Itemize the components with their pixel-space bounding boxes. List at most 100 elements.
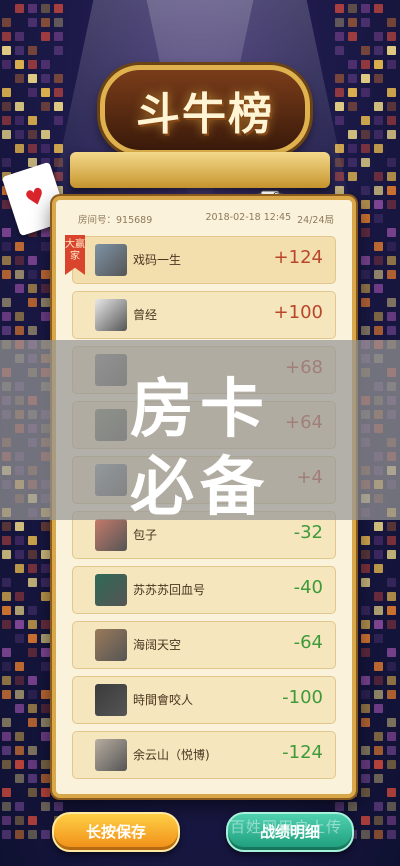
light-tile — [374, 312, 383, 321]
light-tile — [41, 592, 50, 601]
light-tile — [2, 326, 11, 335]
light-tile — [374, 620, 383, 629]
light-tile — [387, 60, 396, 69]
light-tile — [15, 606, 24, 615]
light-tile — [361, 606, 370, 615]
light-tile — [54, 32, 63, 41]
light-tile — [374, 214, 383, 223]
light-tile — [28, 606, 37, 615]
light-tile — [28, 704, 37, 713]
light-tile — [361, 256, 370, 265]
light-tile — [28, 536, 37, 545]
light-tile — [54, 88, 63, 97]
light-tile — [41, 242, 50, 251]
light-tile — [374, 130, 383, 139]
game-datetime: 2018-02-18 12:45 — [205, 212, 292, 223]
light-tile — [15, 690, 24, 699]
light-tile — [2, 592, 11, 601]
light-tile — [387, 620, 396, 629]
light-tile — [41, 32, 50, 41]
light-tile — [15, 704, 24, 713]
light-tile — [361, 88, 370, 97]
light-tile — [28, 116, 37, 125]
light-tile — [335, 4, 344, 13]
light-tile — [335, 88, 344, 97]
light-tile — [54, 46, 63, 55]
light-tile — [387, 130, 396, 139]
light-tile — [374, 284, 383, 293]
light-tile — [15, 564, 24, 573]
light-tile — [28, 60, 37, 69]
light-tile — [374, 550, 383, 559]
light-tile — [15, 634, 24, 643]
light-tile — [28, 816, 37, 825]
light-tile — [15, 746, 24, 755]
light-tile — [374, 172, 383, 181]
light-tile — [374, 242, 383, 251]
light-tile — [54, 74, 63, 83]
light-tile — [374, 4, 383, 13]
light-tile — [361, 760, 370, 769]
light-tile — [387, 550, 396, 559]
light-tile — [387, 158, 396, 167]
light-tile — [348, 32, 357, 41]
light-tile — [41, 830, 50, 839]
light-tile — [15, 116, 24, 125]
player-score: +124 — [273, 247, 323, 268]
light-tile — [361, 536, 370, 545]
light-tile — [374, 746, 383, 755]
light-tile — [54, 18, 63, 27]
light-tile — [387, 788, 396, 797]
light-tile — [41, 564, 50, 573]
light-tile — [2, 648, 11, 657]
light-tile — [374, 676, 383, 685]
light-tile — [2, 676, 11, 685]
light-tile — [335, 116, 344, 125]
player-avatar — [95, 629, 127, 661]
light-tile — [361, 676, 370, 685]
light-tile — [41, 760, 50, 769]
light-tile — [387, 186, 396, 195]
light-tile — [28, 774, 37, 783]
light-tile — [28, 788, 37, 797]
light-tile — [41, 60, 50, 69]
light-tile — [41, 270, 50, 279]
light-tile — [348, 60, 357, 69]
light-tile — [335, 32, 344, 41]
light-tile — [28, 578, 37, 587]
light-tile — [387, 816, 396, 825]
light-tile — [15, 256, 24, 265]
light-tile — [361, 298, 370, 307]
light-tile — [15, 46, 24, 55]
light-tile — [374, 536, 383, 545]
light-tile — [374, 200, 383, 209]
light-tile — [387, 256, 396, 265]
save-button[interactable]: 长按保存 — [52, 812, 180, 852]
light-tile — [41, 704, 50, 713]
light-tile — [374, 564, 383, 573]
light-tile — [387, 732, 396, 741]
light-tile — [361, 816, 370, 825]
light-tile — [2, 312, 11, 321]
light-tile — [28, 690, 37, 699]
light-tile — [387, 326, 396, 335]
player-score: -124 — [282, 742, 323, 763]
light-tile — [15, 326, 24, 335]
light-tile — [2, 550, 11, 559]
light-tile — [41, 550, 50, 559]
light-tile — [387, 46, 396, 55]
light-tile — [374, 704, 383, 713]
light-tile — [374, 116, 383, 125]
light-tile — [41, 774, 50, 783]
light-tile — [361, 60, 370, 69]
light-tile — [15, 270, 24, 279]
light-tile — [15, 774, 24, 783]
light-tile — [41, 144, 50, 153]
player-avatar — [95, 684, 127, 716]
light-tile — [361, 270, 370, 279]
light-tile — [28, 564, 37, 573]
title-banner: 斗牛榜 ♠ — [70, 40, 330, 222]
light-tile — [28, 326, 37, 335]
light-tile — [387, 88, 396, 97]
light-tile — [15, 130, 24, 139]
